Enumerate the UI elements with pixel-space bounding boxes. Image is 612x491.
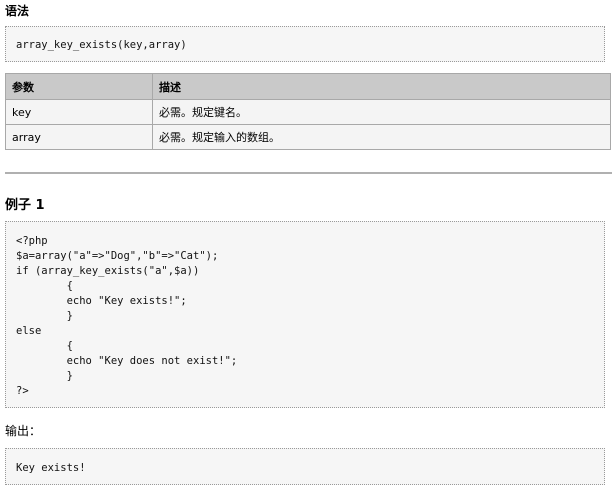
- syntax-code-box: array_key_exists(key,array): [5, 26, 605, 62]
- table-row: key 必需。规定键名。: [5, 99, 611, 125]
- code-line: {: [16, 340, 73, 352]
- code-line: <?php: [16, 235, 48, 247]
- output-label: 输出：: [5, 424, 42, 438]
- code-line: {: [16, 280, 73, 292]
- syntax-code: array_key_exists(key,array): [16, 39, 187, 51]
- code-line: echo "Key exists!";: [16, 295, 187, 307]
- param-name: key: [5, 99, 153, 125]
- column-header-description: 描述: [152, 73, 611, 100]
- column-header-param: 参数: [5, 73, 153, 100]
- code-line: if (array_key_exists("a",$a)): [16, 265, 200, 277]
- section-divider: [5, 172, 612, 174]
- output-text: Key exists!: [16, 462, 86, 474]
- code-line: }: [16, 310, 73, 322]
- code-line: $a=array("a"=>"Dog","b"=>"Cat");: [16, 250, 219, 262]
- parameters-table: 参数 描述 key 必需。规定键名。 array 必需。规定输入的数组。: [5, 73, 611, 150]
- code-line: echo "Key does not exist!";: [16, 355, 238, 367]
- example-heading: 例子 1: [5, 198, 45, 213]
- syntax-heading: 语法: [5, 4, 30, 18]
- param-description: 必需。规定键名。: [152, 99, 611, 125]
- code-line: else: [16, 325, 42, 337]
- code-line: }: [16, 370, 73, 382]
- code-line: ?>: [16, 385, 29, 397]
- table-header-row: 参数 描述: [5, 73, 611, 100]
- param-name: array: [5, 124, 153, 150]
- example-code-box: <?php $a=array("a"=>"Dog","b"=>"Cat"); i…: [5, 221, 605, 408]
- table-row: array 必需。规定输入的数组。: [5, 124, 611, 150]
- param-description: 必需。规定输入的数组。: [152, 124, 611, 150]
- output-box: Key exists!: [5, 448, 605, 485]
